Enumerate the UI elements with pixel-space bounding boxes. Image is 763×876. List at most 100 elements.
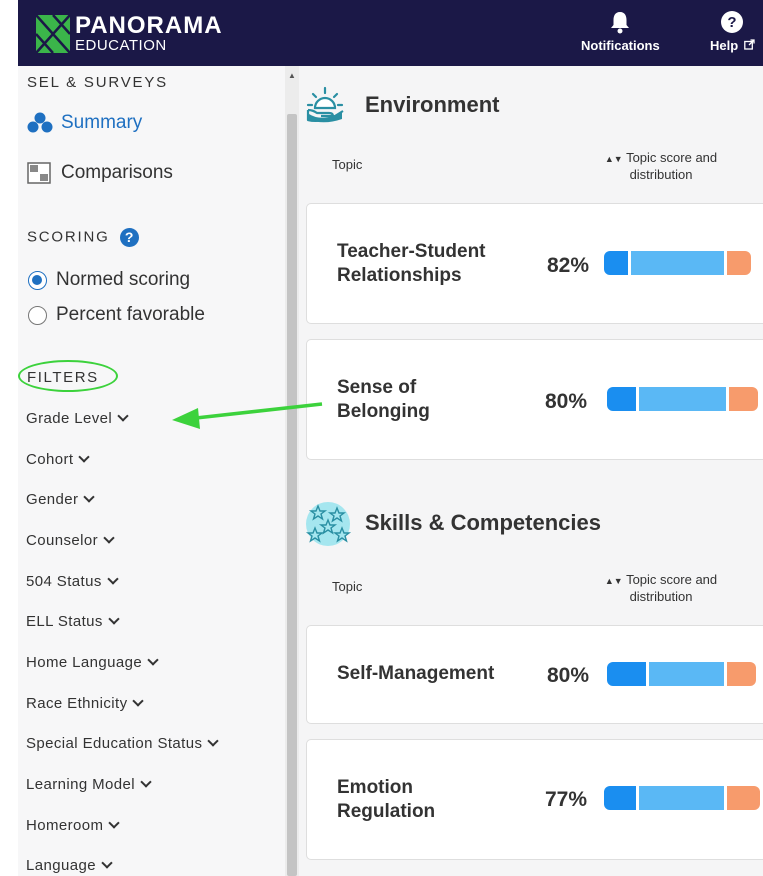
filter-label: Cohort — [26, 451, 74, 468]
section-filters: FILTERS — [27, 369, 99, 386]
logo-mark-icon — [35, 14, 71, 54]
logo-sub: EDUCATION — [75, 37, 167, 54]
nav-summary-label: Summary — [61, 112, 143, 133]
segment-neutral — [631, 251, 724, 275]
topic-label: Emotion Regulation — [337, 777, 436, 822]
topic-label: Sense of Belonging — [337, 377, 430, 422]
filter-cohort[interactable]: Cohort — [26, 451, 91, 468]
filter-counselor[interactable]: Counselor — [26, 532, 115, 549]
nav-summary[interactable]: Summary — [27, 112, 142, 134]
filter-label: ELL Status — [26, 613, 103, 630]
topic-score: 80% — [547, 664, 590, 687]
svg-text:?: ? — [728, 14, 737, 31]
chevron-down-icon — [117, 410, 129, 422]
radio-normed-label: Normed scoring — [56, 269, 191, 290]
chevron-down-icon — [108, 817, 121, 829]
filter-label: Language — [26, 857, 96, 874]
column-header-topic: Topic — [332, 157, 363, 172]
main-content: Environment Topic ▲▼ Topic score and dis… — [299, 66, 763, 876]
segment-favorable — [729, 387, 758, 411]
segment-neutral — [649, 662, 724, 686]
segment-neutral — [639, 786, 724, 810]
radio-normed-scoring[interactable]: Normed scoring — [28, 269, 190, 291]
chevron-down-icon — [108, 613, 120, 625]
filter-label: Home Language — [26, 654, 143, 671]
notifications-button[interactable]: Notifications — [581, 10, 660, 53]
scroll-up-arrow-icon[interactable]: ▲ — [288, 71, 296, 80]
chevron-down-icon — [140, 776, 152, 788]
section-sel-surveys: SEL & SURVEYS — [27, 74, 168, 91]
panorama-logo[interactable]: PANORAMA EDUCATION — [35, 14, 223, 54]
filter-ell-status[interactable]: ELL Status — [26, 613, 120, 630]
column-header-score-label: Topic score and distribution — [626, 150, 718, 182]
topic-score: 82% — [547, 254, 590, 277]
filter-home-language[interactable]: Home Language — [26, 654, 159, 671]
column-header-topic: Topic — [332, 579, 363, 594]
section-title-skills-competencies: Skills & Competencies — [365, 510, 601, 535]
chevron-down-icon — [147, 654, 159, 666]
segment-unfavorable — [607, 387, 636, 411]
top-header: PANORAMA EDUCATION Notifications ? Help — [18, 0, 763, 66]
nav-comparisons[interactable]: Comparisons — [27, 162, 173, 184]
question-circle-icon: ? — [721, 11, 744, 33]
topic-label: Teacher-Student Relationships — [337, 241, 486, 286]
filter-language[interactable]: Language — [26, 857, 113, 874]
topic-score: 80% — [545, 390, 588, 413]
filter-label: Special Education Status — [26, 735, 203, 752]
column-header-score-sort[interactable]: ▲▼ Topic score and distribution — [581, 572, 741, 604]
help-label: Help — [710, 38, 739, 53]
chevron-down-icon — [132, 695, 145, 707]
filter-gender[interactable]: Gender — [26, 491, 96, 508]
sort-icon: ▲▼ — [604, 154, 623, 164]
distribution-bar[interactable] — [607, 387, 758, 411]
topic-score: 77% — [545, 788, 588, 811]
chevron-down-icon — [207, 735, 220, 747]
notifications-label: Notifications — [581, 38, 660, 53]
distribution-bar[interactable] — [607, 662, 756, 686]
stars-icon — [305, 502, 352, 546]
external-link-icon — [743, 39, 755, 50]
topic-card-sense-of-belonging[interactable]: Sense of Belonging 80% — [306, 339, 763, 460]
topic-card-emotion-regulation[interactable]: Emotion Regulation 77% — [306, 739, 763, 860]
filter-label: Gender — [26, 491, 79, 508]
filter-label: Homeroom — [26, 817, 104, 834]
topic-card-self-management[interactable]: Self-Management 80% — [306, 625, 763, 724]
bell-icon — [611, 12, 630, 34]
section-scoring: SCORING? — [27, 228, 139, 247]
sun-hand-icon — [306, 86, 344, 123]
filter-homeroom[interactable]: Homeroom — [26, 817, 121, 834]
segment-favorable — [727, 251, 751, 275]
filter-label: Race Ethnicity — [26, 695, 128, 712]
section-scoring-label: SCORING — [27, 228, 110, 246]
radio-dot — [28, 305, 47, 325]
sidebar-scroll-thumb[interactable] — [287, 114, 297, 876]
filter-504-status[interactable]: 504 Status — [26, 573, 119, 590]
segment-favorable — [727, 662, 756, 686]
nav-comparisons-label: Comparisons — [61, 162, 173, 183]
dots-icon — [27, 112, 53, 133]
radio-percent-favorable[interactable]: Percent favorable — [28, 304, 205, 326]
topic-card-teacher-student-relationships[interactable]: Teacher-Student Relationships 82% — [306, 203, 763, 324]
help-button[interactable]: ? Help — [710, 10, 755, 53]
section-title-environment: Environment — [365, 92, 500, 117]
radio-percent-label: Percent favorable — [56, 304, 205, 325]
filter-label: Counselor — [26, 532, 98, 549]
distribution-bar[interactable] — [604, 251, 751, 275]
filter-label: 504 Status — [26, 573, 102, 590]
segment-unfavorable — [604, 786, 636, 810]
distribution-bar[interactable] — [604, 786, 760, 810]
column-header-score-sort[interactable]: ▲▼ Topic score and distribution — [581, 150, 741, 182]
filter-grade-level[interactable]: Grade Level — [26, 410, 129, 427]
filter-special-education-status[interactable]: Special Education Status — [26, 735, 220, 752]
segment-unfavorable — [607, 662, 646, 686]
chevron-down-icon — [83, 491, 96, 503]
filter-learning-model[interactable]: Learning Model — [26, 776, 152, 793]
grid-icon — [27, 162, 51, 184]
scoring-help-icon[interactable]: ? — [119, 228, 139, 247]
filter-label: Grade Level — [26, 410, 113, 427]
radio-dot — [28, 270, 47, 290]
filter-race-ethnicity[interactable]: Race Ethnicity — [26, 695, 145, 712]
column-header-score-label: Topic score and distribution — [626, 572, 718, 604]
sidebar: SEL & SURVEYS Summary Comparisons SCORIN… — [18, 66, 285, 876]
chevron-down-icon — [103, 532, 115, 544]
